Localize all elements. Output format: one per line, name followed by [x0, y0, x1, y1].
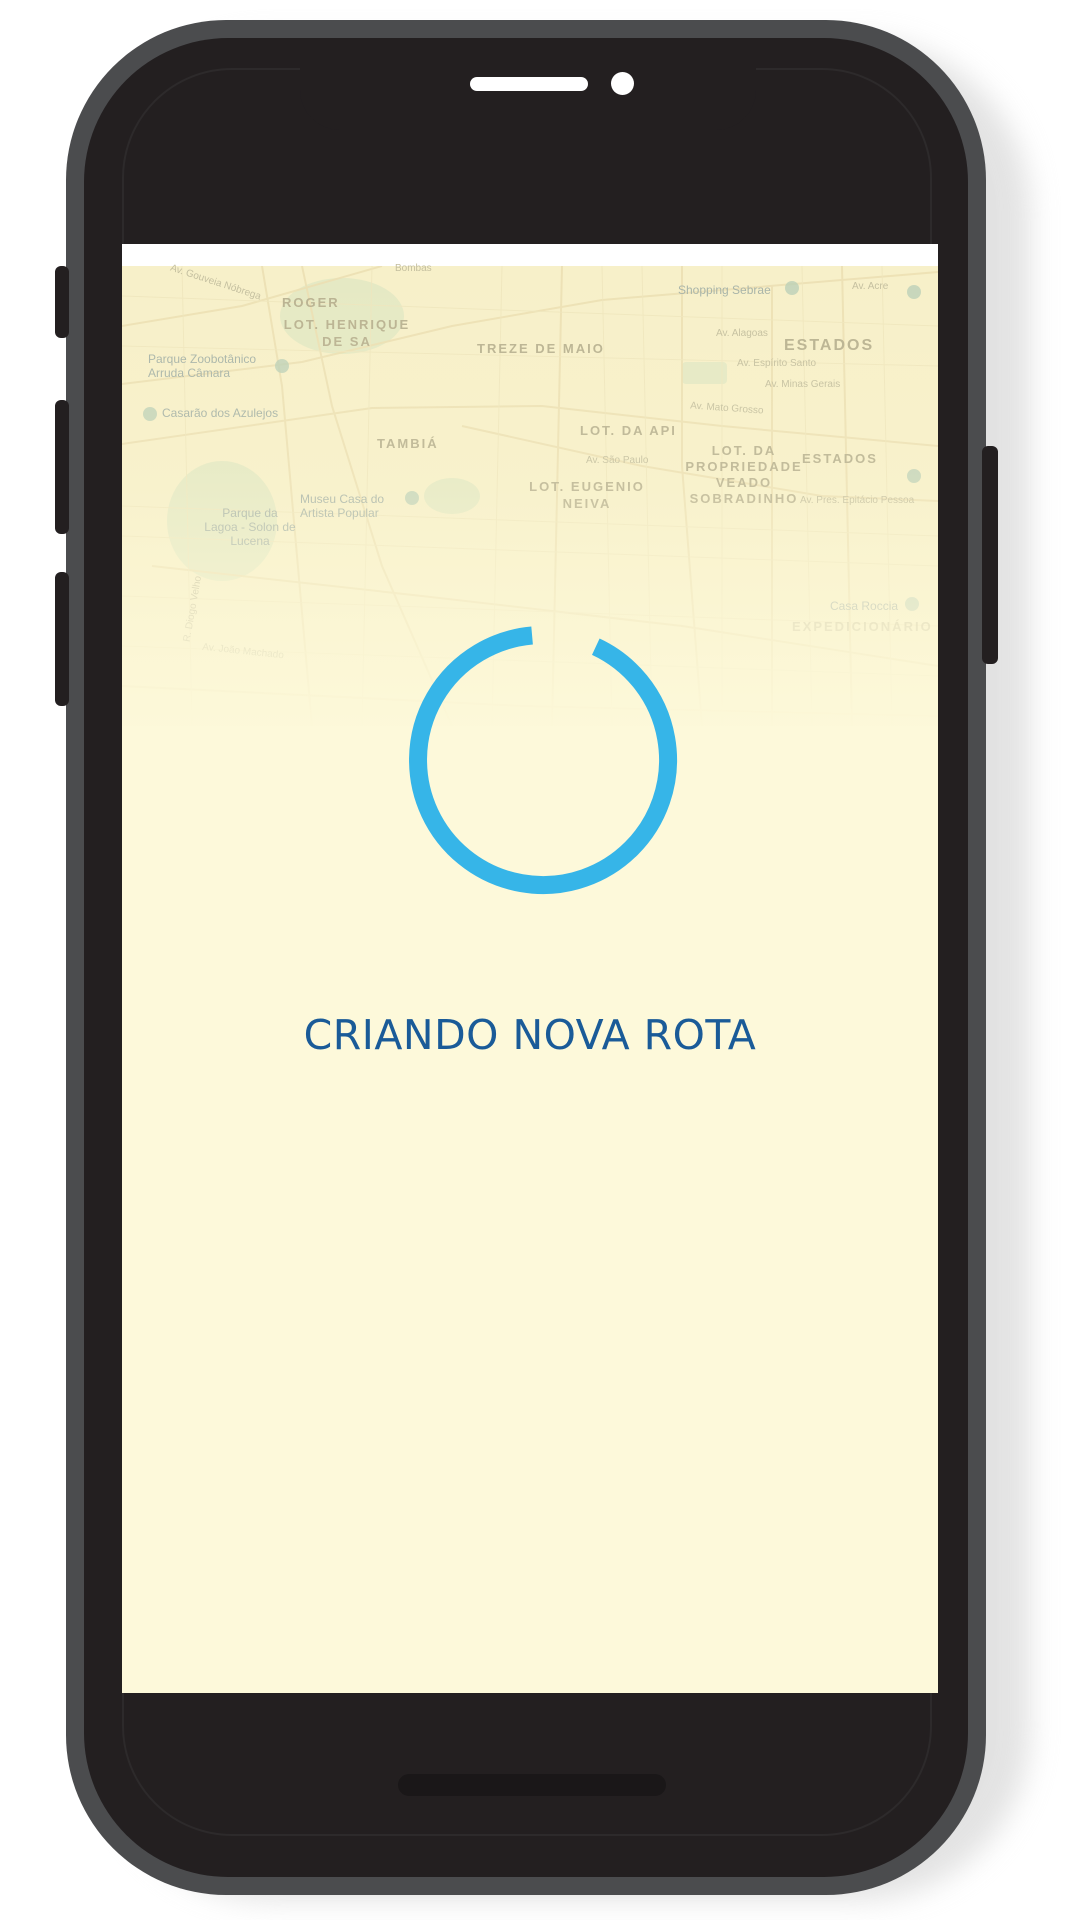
device-mockup: ROGER LOT. HENRIQUE DE SA TREZE DE MAIO …: [0, 0, 1080, 1920]
map-district-label: ESTADOS: [784, 337, 875, 354]
map-district-label: LOT. DA PROPRIEDADE VEADO SOBRADINHO: [685, 443, 803, 506]
home-indicator: [398, 1774, 666, 1796]
power-button: [982, 446, 998, 664]
app-screen: ROGER LOT. HENRIQUE DE SA TREZE DE MAIO …: [122, 244, 938, 1693]
map-street-label: Av. Acre: [852, 281, 889, 292]
map-district-label: TREZE DE MAIO: [477, 341, 605, 356]
volume-up-button: [55, 400, 69, 534]
loading-spinner: [409, 626, 677, 894]
front-camera: [611, 72, 634, 95]
volume-down-button: [55, 572, 69, 706]
map-poi-label: Parque da Lagoa - Solon de Lucena: [204, 506, 296, 548]
map-poi-label: Shopping Sebrae: [678, 283, 771, 297]
map-poi-label: Museu Casa do Artista Popular: [300, 492, 385, 520]
map-poi-label: Parque Zoobotânico Arruda Câmara: [148, 352, 257, 380]
map-poi-label: Casa Roccia: [830, 599, 899, 613]
map-street-label: Av. São Paulo: [586, 455, 649, 466]
map-district-label: LOT. HENRIQUE DE SA: [283, 317, 411, 349]
map-district-label: TAMBIÁ: [377, 436, 439, 451]
map-street-label: Av. Pres. Epitácio Pessoa: [800, 495, 915, 506]
status-bar: [122, 244, 938, 266]
map-district-label: ROGER: [282, 295, 340, 310]
map-district-label: ESTADOS: [802, 451, 878, 466]
loading-message: CRIANDO NOVA ROTA: [303, 1011, 757, 1059]
map-street-label: Av. Minas Gerais: [765, 379, 841, 390]
map-street-label: Bombas: [395, 263, 432, 274]
map-street-label: Av. Alagoas: [716, 328, 768, 339]
map-district-label: LOT. DA API: [580, 423, 677, 438]
map-street-label: Av. Espírito Santo: [737, 358, 817, 369]
map-district-label: LOT. EUGENIO NEIVA: [529, 479, 645, 511]
speaker-grille: [470, 77, 588, 91]
mute-switch: [55, 266, 69, 338]
map-district-label: EXPEDICIONÁRIO: [792, 619, 933, 634]
map-poi-label: Casarão dos Azulejos: [162, 406, 279, 420]
